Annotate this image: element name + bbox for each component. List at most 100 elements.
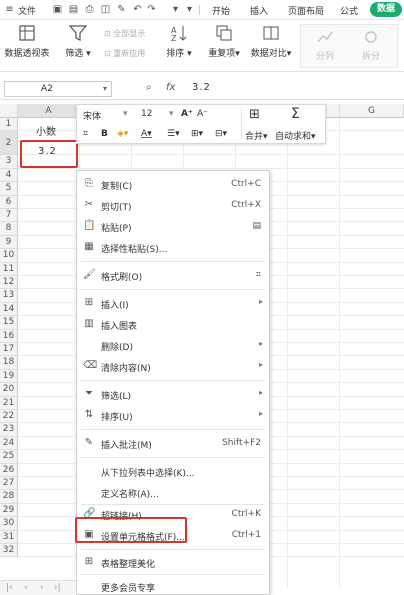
export-pdf-icon[interactable]: ▤	[68, 4, 79, 15]
format-painter-side-icon[interactable]: ⌗	[256, 270, 261, 280]
row-header[interactable]: 30	[0, 517, 18, 531]
column-header-a[interactable]: A	[18, 104, 80, 118]
next-sheet-icon[interactable]: ›	[40, 583, 44, 593]
row-header[interactable]: 17	[0, 343, 18, 357]
row-header[interactable]: 18	[0, 356, 18, 370]
formula-input[interactable]: 3.2	[192, 82, 211, 93]
merge-icon[interactable]: ⊞	[249, 107, 260, 122]
font-color-icon[interactable]: A▾	[141, 129, 152, 139]
row-header[interactable]: 27	[0, 477, 18, 491]
quick-access-icon[interactable]: ▾	[184, 4, 195, 15]
select-all-corner[interactable]	[0, 104, 18, 118]
menu-item-delete[interactable]: 删除(D) ▸	[77, 336, 269, 354]
row-header[interactable]: 6	[0, 195, 18, 209]
tab-insert[interactable]: 插入	[250, 4, 268, 17]
group-button[interactable]: 拆分	[353, 29, 389, 62]
row-header[interactable]: 15	[0, 316, 18, 330]
sort-button[interactable]: A Z 排序 ▾	[164, 24, 194, 59]
column-header-g[interactable]: G	[340, 104, 404, 118]
row-header[interactable]: 10	[0, 249, 18, 263]
fill-color-icon[interactable]: ◈▾	[117, 129, 128, 139]
menu-item-clear[interactable]: ⌫ 清除内容(N) ▸	[77, 357, 269, 375]
row-header[interactable]: 11	[0, 262, 18, 276]
menu-icon[interactable]: ≡	[4, 4, 15, 15]
menu-item-cut[interactable]: ✂ 剪切(T) Ctrl+X	[77, 196, 269, 214]
font-dropdown-icon[interactable]: ▾	[123, 109, 128, 119]
font-shrink-icon[interactable]: A⁻	[197, 109, 208, 119]
more-icon[interactable]: ⊟▾	[215, 129, 227, 139]
menu-item-define-name[interactable]: 定义名称(A)...	[77, 483, 269, 501]
tab-home[interactable]: 开始	[212, 4, 230, 17]
last-sheet-icon[interactable]: ›|	[54, 583, 61, 593]
menu-item-insert-chart[interactable]: ▥ 插入图表	[77, 315, 269, 333]
menu-item-sort[interactable]: ⇅ 排序(U) ▸	[77, 406, 269, 424]
font-name-select[interactable]: 宋体	[83, 109, 101, 122]
menu-item-insert[interactable]: ⊞ 插入(I) ▸	[77, 294, 269, 312]
row-header[interactable]: 2	[0, 131, 18, 156]
print-icon[interactable]: ⎙	[84, 4, 95, 15]
zoom-icon[interactable]: ⌕	[146, 82, 152, 93]
chevron-down-icon[interactable]: ▾	[103, 82, 107, 96]
menu-item-filter[interactable]: ⏷ 筛选(L) ▸	[77, 385, 269, 403]
row-header[interactable]: 28	[0, 490, 18, 504]
menu-file[interactable]: 文件	[18, 4, 36, 17]
undo-icon[interactable]: ↶	[132, 4, 143, 15]
row-header[interactable]: 25	[0, 450, 18, 464]
paste-options-icon[interactable]: ▤	[252, 221, 261, 231]
row-header[interactable]: 3	[0, 155, 18, 169]
row-header[interactable]: 13	[0, 289, 18, 303]
menu-item-comment[interactable]: ✎ 插入批注(M) Shift+F2	[77, 434, 269, 452]
name-box[interactable]: A2 ▾	[4, 81, 112, 97]
font-grow-icon[interactable]: A⁺	[181, 109, 193, 119]
pivot-table-button[interactable]: 数据透视表	[2, 24, 52, 59]
menu-item-format-painter[interactable]: 🖌 格式刷(O) ⌗	[77, 266, 269, 284]
menu-item-beautify[interactable]: ⊞ 表格整理美化	[77, 553, 269, 571]
row-header[interactable]: 4	[0, 168, 18, 183]
row-header[interactable]: 24	[0, 436, 18, 451]
split-button[interactable]: 分列	[307, 29, 343, 62]
row-header[interactable]: 8	[0, 222, 18, 236]
print-preview-icon[interactable]: ◫	[100, 4, 111, 15]
save-icon[interactable]: ▣	[52, 4, 63, 15]
menu-item-paste[interactable]: 📋 粘贴(P) ▤	[77, 217, 269, 235]
row-header[interactable]: 26	[0, 463, 18, 477]
tab-data[interactable]: 数据	[370, 2, 402, 17]
tab-page-layout[interactable]: 页面布局	[288, 4, 324, 17]
row-header[interactable]: 19	[0, 369, 18, 384]
row-header[interactable]: 1	[0, 118, 18, 132]
row-header[interactable]: 20	[0, 383, 18, 397]
compare-button[interactable]: 数据对比▾	[248, 24, 294, 59]
row-header[interactable]: 7	[0, 209, 18, 223]
show-all-button[interactable]: ⊡ 全部显示	[104, 28, 145, 39]
format-icon[interactable]: ✎	[116, 4, 127, 15]
row-header[interactable]: 14	[0, 302, 18, 317]
menu-item-paste-special[interactable]: ▦ 选择性粘贴(S)...	[77, 238, 269, 256]
border-icon[interactable]: ⊞▾	[191, 129, 203, 139]
row-header[interactable]: 23	[0, 423, 18, 437]
size-dropdown-icon[interactable]: ▾	[169, 109, 174, 119]
format-painter-icon[interactable]: ⌗	[83, 129, 88, 139]
bold-icon[interactable]: B	[101, 129, 108, 139]
duplicates-button[interactable]: 重复项▾	[204, 24, 244, 59]
filter-button[interactable]: 筛选 ▾	[60, 24, 96, 59]
row-header[interactable]: 16	[0, 329, 18, 343]
first-sheet-icon[interactable]: |‹	[6, 583, 13, 593]
sum-icon[interactable]: Σ	[291, 106, 300, 122]
tab-formulas[interactable]: 公式	[340, 4, 358, 17]
row-header[interactable]: 21	[0, 396, 18, 410]
redo-icon[interactable]: ↷	[146, 4, 157, 15]
align-icon[interactable]: ☰▾	[167, 129, 180, 139]
menu-item-copy[interactable]: ⎘ 复制(C) Ctrl+C	[77, 175, 269, 193]
merge-button[interactable]: 合并▾	[245, 129, 268, 142]
font-size-select[interactable]: 12	[141, 109, 152, 119]
row-header[interactable]: 12	[0, 276, 18, 290]
row-header[interactable]: 32	[0, 544, 18, 558]
prev-sheet-icon[interactable]: ‹	[24, 583, 28, 593]
row-header[interactable]: 5	[0, 182, 18, 196]
menu-item-pick-list[interactable]: 从下拉列表中选择(K)...	[77, 462, 269, 480]
row-header[interactable]: 31	[0, 530, 18, 544]
cell-a1[interactable]: 小数	[36, 123, 56, 138]
function-icon[interactable]: fx	[166, 82, 175, 93]
customize-icon[interactable]: ▾	[170, 4, 181, 15]
menu-item-more-member[interactable]: 更多会员专享	[77, 577, 269, 595]
